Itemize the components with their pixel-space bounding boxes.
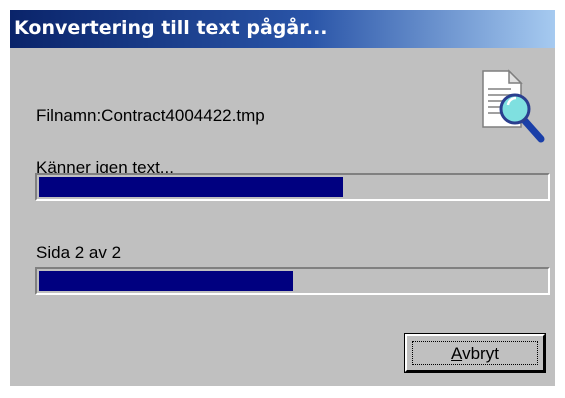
- accelerator-key: A: [451, 344, 463, 363]
- document-magnifier-icon: [482, 69, 545, 143]
- recognition-progress-fill: [39, 177, 343, 197]
- cancel-button-label: Avbryt: [407, 344, 543, 364]
- conversion-progress-dialog: Konvertering till text pågår... Filnamn:…: [10, 10, 555, 386]
- page-progress-fill: [39, 271, 293, 291]
- filename-label: Filnamn:Contract4004422.tmp: [36, 106, 265, 125]
- cancel-button[interactable]: Avbryt: [404, 333, 546, 373]
- recognition-progress-bar: [35, 173, 550, 201]
- title-bar[interactable]: Konvertering till text pågår...: [10, 10, 555, 48]
- dialog-title: Konvertering till text pågår...: [14, 17, 328, 39]
- cancel-button-label-rest: vbryt: [462, 344, 499, 363]
- page-status-label: Sida 2 av 2: [36, 243, 122, 262]
- page-progress-bar: [35, 267, 550, 295]
